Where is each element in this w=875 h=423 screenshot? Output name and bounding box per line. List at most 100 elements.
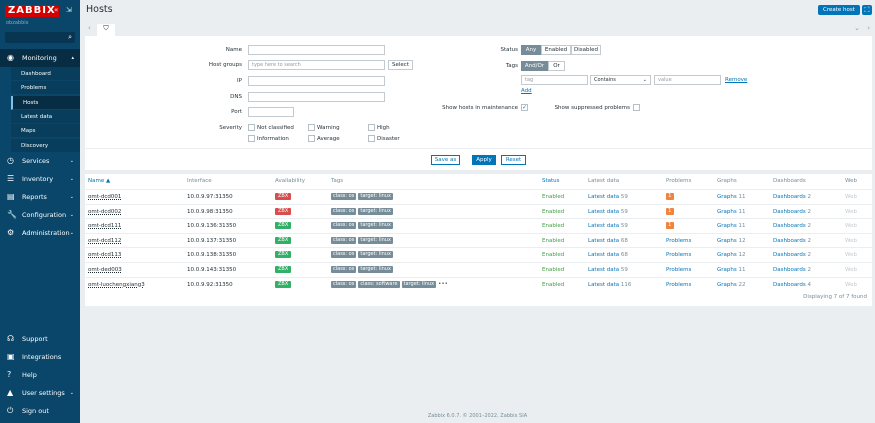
- dashboards[interactable]: Dashboards 2: [773, 223, 811, 229]
- dashboards[interactable]: Dashboards 2: [773, 194, 811, 200]
- graphs[interactable]: Graphs 11: [717, 194, 746, 200]
- graphs-link[interactable]: Graphs: [717, 223, 737, 229]
- latest-data[interactable]: Latest data 59: [588, 223, 628, 229]
- dashboards[interactable]: Dashboards 2: [773, 252, 811, 258]
- latest-data[interactable]: Latest data 68: [588, 252, 628, 258]
- graphs-link[interactable]: Graphs: [717, 209, 737, 215]
- column-header-0[interactable]: Name ▲: [88, 178, 110, 184]
- dashboards-link[interactable]: Dashboards: [773, 252, 806, 258]
- severity-checkbox[interactable]: [368, 124, 375, 131]
- sidebar-item-monitoring[interactable]: ◉ Monitoring ▴: [0, 49, 80, 67]
- port-input[interactable]: [248, 107, 294, 117]
- dashboards-link[interactable]: Dashboards: [773, 209, 806, 215]
- kiosk-mode-button[interactable]: ⛶: [862, 5, 872, 15]
- host-name-link[interactable]: omt-luochengxiang3: [88, 282, 145, 288]
- tag-operator-select[interactable]: Contains ⌄: [590, 75, 651, 85]
- latest-data[interactable]: Latest data 59: [588, 267, 628, 273]
- sidebar-item-configuration[interactable]: 🔧 Configuration ⌄: [0, 206, 80, 224]
- graphs-link[interactable]: Graphs: [717, 194, 737, 200]
- latest-data-link[interactable]: Latest data: [588, 223, 619, 229]
- status-disabled[interactable]: Disabled: [571, 45, 601, 55]
- remove-tag-link[interactable]: Remove: [725, 77, 747, 83]
- graphs-link[interactable]: Graphs: [717, 282, 737, 288]
- tags-andor[interactable]: And/Or: [521, 61, 548, 71]
- problems-link[interactable]: Problems: [666, 238, 691, 244]
- severity-checkbox[interactable]: [368, 135, 375, 142]
- column-header-1[interactable]: Interface: [187, 178, 212, 184]
- dashboards-link[interactable]: Dashboards: [773, 267, 806, 273]
- column-header-6[interactable]: Problems: [666, 178, 691, 184]
- status-link[interactable]: Enabled: [542, 238, 564, 244]
- column-header-7[interactable]: Graphs: [717, 178, 737, 184]
- dashboards-link[interactable]: Dashboards: [773, 223, 806, 229]
- sidebar-item-administration[interactable]: ⚙ Administration ⌄: [0, 224, 80, 242]
- host-groups-input[interactable]: type here to search: [248, 60, 385, 70]
- column-header-9[interactable]: Web: [845, 178, 857, 184]
- problems[interactable]: 1: [666, 207, 674, 215]
- tab-next-icon[interactable]: ›: [867, 24, 870, 32]
- problems[interactable]: 1: [666, 222, 674, 230]
- severity-checkbox[interactable]: [308, 124, 315, 131]
- status-link[interactable]: Enabled: [542, 209, 564, 215]
- status-link[interactable]: Enabled: [542, 267, 564, 273]
- problems[interactable]: Problems: [666, 282, 691, 288]
- dashboards-link[interactable]: Dashboards: [773, 238, 806, 244]
- status-enabled[interactable]: Enabled: [541, 45, 571, 55]
- dashboards[interactable]: Dashboards 2: [773, 238, 811, 244]
- graphs-link[interactable]: Graphs: [717, 252, 737, 258]
- dashboards[interactable]: Dashboards 4: [773, 282, 811, 288]
- problem-count-badge[interactable]: 1: [666, 207, 674, 215]
- suppressed-checkbox[interactable]: [633, 104, 640, 111]
- sidebar-item-user-settings[interactable]: ▲ User settings ⌄: [0, 384, 80, 402]
- problems[interactable]: Problems: [666, 252, 691, 258]
- tab-dropdown-icon[interactable]: ⌄: [854, 24, 860, 32]
- dashboards[interactable]: Dashboards 2: [773, 267, 811, 273]
- sidebar-item-inventory[interactable]: ☰ Inventory ⌄: [0, 170, 80, 188]
- graphs[interactable]: Graphs 22: [717, 282, 746, 288]
- host-name-link[interactable]: omt-dcd111: [88, 223, 121, 229]
- graphs-link[interactable]: Graphs: [717, 267, 737, 273]
- latest-data-link[interactable]: Latest data: [588, 209, 619, 215]
- graphs[interactable]: Graphs 11: [717, 267, 746, 273]
- latest-data-link[interactable]: Latest data: [588, 282, 619, 288]
- sidebar-subitem-hosts[interactable]: Hosts: [11, 95, 80, 110]
- problem-count-badge[interactable]: 1: [666, 193, 674, 200]
- status-link[interactable]: Enabled: [542, 252, 564, 258]
- column-header-4[interactable]: Status: [542, 178, 560, 184]
- problems-link[interactable]: Problems: [666, 267, 691, 273]
- sidebar-item-sign-out[interactable]: ⏻ Sign out: [0, 402, 80, 420]
- more-tags-icon[interactable]: •••: [438, 281, 448, 287]
- filter-tab[interactable]: ⛉: [97, 24, 115, 36]
- sidebar-item-integrations[interactable]: ▣ Integrations: [0, 348, 80, 366]
- host-name-link[interactable]: omt-dcd113: [88, 252, 121, 258]
- latest-data[interactable]: Latest data 68: [588, 238, 628, 244]
- kiosk-sidebar-icon[interactable]: ⇲: [66, 6, 72, 14]
- dashboards[interactable]: Dashboards 2: [773, 209, 811, 215]
- column-header-3[interactable]: Tags: [331, 178, 343, 184]
- sidebar-item-reports[interactable]: ▤ Reports ⌄: [0, 188, 80, 206]
- host-name-link[interactable]: omt-dcd002: [88, 209, 121, 215]
- latest-data-link[interactable]: Latest data: [588, 194, 619, 200]
- sidebar-subitem-maps[interactable]: Maps: [11, 124, 80, 139]
- tag-input[interactable]: tag: [521, 75, 588, 85]
- severity-checkbox[interactable]: [248, 135, 255, 142]
- status-link[interactable]: Enabled: [542, 223, 564, 229]
- latest-data[interactable]: Latest data 59: [588, 194, 628, 200]
- severity-checkbox[interactable]: [308, 135, 315, 142]
- graphs[interactable]: Graphs 12: [717, 252, 746, 258]
- tags-or[interactable]: Or: [548, 61, 565, 71]
- apply-button[interactable]: Apply: [472, 155, 496, 165]
- problem-count-badge[interactable]: 1: [666, 222, 674, 230]
- graphs-link[interactable]: Graphs: [717, 238, 737, 244]
- sidebar-subitem-dashboard[interactable]: Dashboard: [11, 67, 80, 81]
- sidebar-subitem-latest-data[interactable]: Latest data: [11, 109, 80, 124]
- column-header-2[interactable]: Availability: [275, 178, 305, 184]
- latest-data-link[interactable]: Latest data: [588, 252, 619, 258]
- save-as-button[interactable]: Save as: [431, 155, 460, 165]
- tab-prev-icon[interactable]: ‹: [88, 24, 91, 32]
- latest-data[interactable]: Latest data 59: [588, 209, 628, 215]
- tag-value-input[interactable]: value: [654, 75, 721, 85]
- sidebar-subitem-problems[interactable]: Problems: [11, 81, 80, 96]
- dashboards-link[interactable]: Dashboards: [773, 282, 806, 288]
- latest-data[interactable]: Latest data 116: [588, 282, 631, 288]
